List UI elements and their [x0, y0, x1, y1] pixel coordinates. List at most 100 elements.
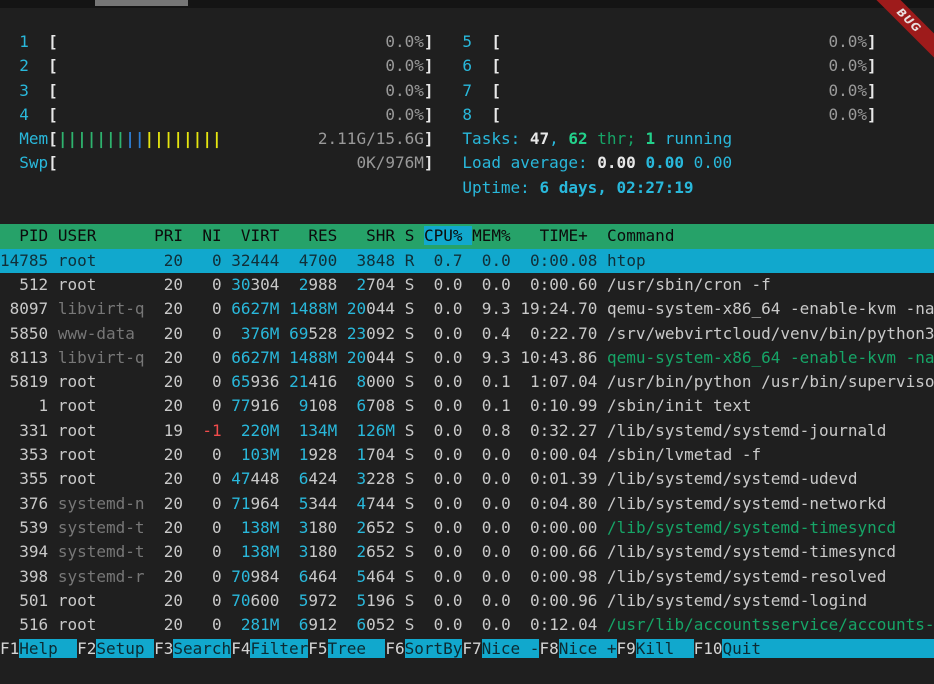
column-header-mem[interactable]: MEM% [472, 226, 511, 245]
virt-cell: 30304 [231, 275, 279, 294]
user-cell: systemd-t [58, 518, 145, 537]
cpu-meter-value: 0.0% [385, 56, 424, 75]
fkey-label: Filter [250, 639, 308, 658]
command-cell: htop [607, 251, 646, 270]
fkey-f8[interactable]: F8Nice + [539, 639, 616, 658]
cpu-meter-5: 5 [ 0.0%] [462, 32, 876, 51]
res-cell: 21416 [289, 372, 337, 391]
command-cell: /lib/systemd/systemd-logind [607, 591, 867, 610]
process-row-516[interactable]: 516 root 20 0 281M 6912 6052 S 0.0 0.0 0… [0, 613, 934, 637]
shr-cell: 5464 [347, 567, 395, 586]
column-header-pid[interactable]: PID [0, 226, 48, 245]
pri-cell: 20 [154, 275, 183, 294]
res-cell: 5344 [289, 494, 337, 513]
shr-cell: 8000 [347, 372, 395, 391]
mem-cell: 0.8 [472, 421, 511, 440]
pid-cell: 1 [0, 396, 48, 415]
fkey-f3[interactable]: F3Search [154, 639, 231, 658]
res-cell: 134M [289, 421, 337, 440]
res-cell: 69528 [289, 324, 337, 343]
column-header-user[interactable]: USER [58, 226, 145, 245]
fkey-f9[interactable]: F9Kill [617, 639, 694, 658]
virt-cell: 6627M [231, 299, 279, 318]
fkey-label: Help [19, 639, 77, 658]
process-row-8097[interactable]: 8097 libvirt-q 20 0 6627M 1488M 20044 S … [0, 297, 934, 321]
column-header-res[interactable]: RES [289, 226, 337, 245]
fkey-f4[interactable]: F4Filter [231, 639, 308, 658]
column-header-virt[interactable]: VIRT [231, 226, 279, 245]
process-row-5819[interactable]: 5819 root 20 0 65936 21416 8000 S 0.0 0.… [0, 370, 934, 394]
res-cell: 3180 [289, 542, 337, 561]
ni-cell: 0 [193, 251, 222, 270]
state-cell: S [405, 518, 415, 537]
time-cell: 0:32.27 [520, 421, 597, 440]
cpu-meter-label: 7 [462, 81, 472, 100]
memory-meter: Mem[||||||||||||||||| 2.11G/15.6G] [19, 129, 433, 148]
process-row-8113[interactable]: 8113 libvirt-q 20 0 6627M 1488M 20044 S … [0, 346, 934, 370]
process-row-398[interactable]: 398 systemd-r 20 0 70984 6464 5464 S 0.0… [0, 565, 934, 589]
fkey-f1[interactable]: F1Help [0, 639, 77, 658]
ni-cell: 0 [193, 494, 222, 513]
virt-cell: 71964 [231, 494, 279, 513]
process-row-355[interactable]: 355 root 20 0 47448 6424 3228 S 0.0 0.0 … [0, 467, 934, 491]
virt-cell: 70600 [231, 591, 279, 610]
fkey-number: F5 [308, 639, 327, 658]
mem-cell: 0.0 [472, 615, 511, 634]
cpu-meter-label: 5 [462, 32, 472, 51]
virt-cell: 6627M [231, 348, 279, 367]
res-cell: 4700 [289, 251, 337, 270]
res-cell: 2988 [289, 275, 337, 294]
shr-cell: 23092 [347, 324, 395, 343]
shr-cell: 3228 [347, 469, 395, 488]
state-cell: S [405, 567, 415, 586]
fkey-f5[interactable]: F5Tree [308, 639, 385, 658]
ni-cell: 0 [193, 469, 222, 488]
cpu-cell: 0.0 [424, 299, 463, 318]
column-header-command[interactable]: Command [607, 226, 674, 245]
ni-cell: -1 [193, 421, 222, 440]
time-cell: 1:07.04 [520, 372, 597, 391]
column-header-pri[interactable]: PRI [154, 226, 183, 245]
process-row-512[interactable]: 512 root 20 0 30304 2988 2704 S 0.0 0.0 … [0, 273, 934, 297]
blank-line [0, 200, 934, 224]
time-cell: 0:00.66 [520, 542, 597, 561]
process-row-376[interactable]: 376 systemd-n 20 0 71964 5344 4744 S 0.0… [0, 492, 934, 516]
column-header-time[interactable]: TIME+ [520, 226, 597, 245]
fkey-f10[interactable]: F10Quit [694, 639, 934, 658]
process-row-331[interactable]: 331 root 19 -1 220M 134M 126M S 0.0 0.8 … [0, 419, 934, 443]
cpu-meter-8: 8 [ 0.0%] [462, 105, 876, 124]
column-header-state[interactable]: S [405, 226, 415, 245]
pri-cell: 20 [154, 299, 183, 318]
column-header-shr[interactable]: SHR [347, 226, 395, 245]
state-cell: S [405, 421, 415, 440]
res-cell: 3180 [289, 518, 337, 537]
res-cell: 1928 [289, 445, 337, 464]
process-row-5850[interactable]: 5850 www-data 20 0 376M 69528 23092 S 0.… [0, 322, 934, 346]
process-row-14785[interactable]: 14785 root 20 0 32444 4700 3848 R 0.7 0.… [0, 249, 934, 273]
swap-meter-label: Swp [19, 153, 48, 172]
process-row-394[interactable]: 394 systemd-t 20 0 138M 3180 2652 S 0.0 … [0, 540, 934, 564]
fkey-label: Tree [328, 639, 386, 658]
process-row-1[interactable]: 1 root 20 0 77916 9108 6708 S 0.0 0.1 0:… [0, 394, 934, 418]
shr-cell: 6708 [347, 396, 395, 415]
fkey-f6[interactable]: F6SortBy [385, 639, 462, 658]
process-row-353[interactable]: 353 root 20 0 103M 1928 1704 S 0.0 0.0 0… [0, 443, 934, 467]
column-header-cpu[interactable]: CPU% [424, 226, 472, 245]
fkey-f2[interactable]: F2Setup [77, 639, 154, 658]
column-header-ni[interactable]: NI [193, 226, 222, 245]
process-row-501[interactable]: 501 root 20 0 70600 5972 5196 S 0.0 0.0 … [0, 589, 934, 613]
fkey-f7[interactable]: F7Nice - [462, 639, 539, 658]
command-cell: /srv/webvirtcloud/venv/bin/python3 [607, 324, 934, 343]
fkey-number: F9 [617, 639, 636, 658]
cpu-meter-2: 2 [ 0.0%] [19, 56, 433, 75]
shr-cell: 1704 [347, 445, 395, 464]
command-cell: /usr/lib/accountsservice/accounts- [607, 615, 934, 634]
cpu-meter-4: 4 [ 0.0%] [19, 105, 433, 124]
pid-cell: 355 [0, 469, 48, 488]
shr-cell: 5196 [347, 591, 395, 610]
process-row-539[interactable]: 539 systemd-t 20 0 138M 3180 2652 S 0.0 … [0, 516, 934, 540]
user-cell: libvirt-q [58, 299, 145, 318]
ni-cell: 0 [193, 299, 222, 318]
meter-line: Mem[||||||||||||||||| 2.11G/15.6G] Tasks… [0, 127, 934, 151]
cpu-cell: 0.0 [424, 396, 463, 415]
